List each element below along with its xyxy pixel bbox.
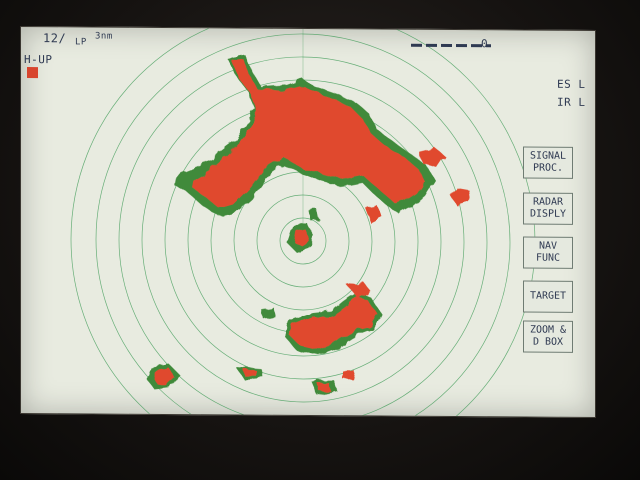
echo-cluster-south — [261, 281, 381, 356]
status-ir: IR L — [557, 95, 586, 109]
button-label-line2: DISPLY — [529, 208, 567, 220]
radar-screen: 12/ LP 3nm H-UP 0 ES L IR L SIGNAL PROC.… — [20, 25, 596, 419]
zoom-dbox-button[interactable]: ZOOM & D BOX — [523, 320, 573, 353]
button-label-line2: FUNC — [535, 252, 561, 264]
signal-proc-button[interactable]: SIGNAL PROC. — [523, 146, 573, 179]
button-label-line1: ZOOM & — [529, 324, 567, 336]
range-distance-readout: 3nm — [95, 31, 113, 42]
button-label-line1: NAV — [538, 240, 558, 252]
target-button[interactable]: TARGET — [523, 280, 573, 313]
button-label-line1: TARGET — [529, 290, 567, 302]
orientation-mode-label[interactable]: H-UP — [24, 53, 53, 66]
vrm-dashed-indicator — [411, 43, 491, 48]
button-label-line1: SIGNAL — [529, 150, 567, 162]
pulse-length-readout[interactable]: LP — [75, 37, 87, 48]
radar-display-button[interactable]: RADAR DISPLY — [523, 192, 573, 225]
echo-cluster-southwest — [147, 364, 355, 396]
orientation-indicator-icon — [27, 67, 38, 79]
status-es: ES L — [557, 77, 586, 91]
nav-func-button[interactable]: NAV FUNC — [523, 236, 573, 269]
vrm-value: 0 — [481, 37, 489, 51]
button-label-line2: PROC. — [532, 162, 564, 174]
range-scale-readout[interactable]: 12/ — [43, 31, 66, 45]
radar-ppi-display — [70, 26, 536, 418]
button-label-line2: D BOX — [532, 336, 564, 348]
button-label-line1: RADAR — [532, 196, 564, 208]
